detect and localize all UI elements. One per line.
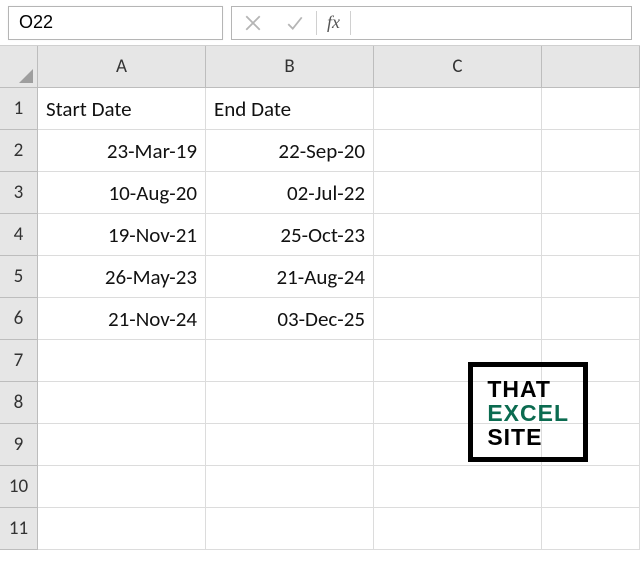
- name-box-container: [8, 6, 223, 40]
- cell-B7[interactable]: [206, 340, 374, 382]
- cell-C10[interactable]: [374, 466, 542, 508]
- cell-D11[interactable]: [542, 508, 640, 550]
- name-box-input[interactable]: [9, 7, 261, 39]
- cell-B3[interactable]: 02-Jul-22: [206, 172, 374, 214]
- watermark-line3: SITE: [487, 425, 569, 449]
- cell-D5[interactable]: [542, 256, 640, 298]
- formula-bar: fx: [0, 0, 640, 46]
- cell-C6[interactable]: [374, 298, 542, 340]
- cell-A8[interactable]: [38, 382, 206, 424]
- row-header-8[interactable]: 8: [0, 382, 38, 424]
- check-icon: [286, 14, 304, 32]
- formula-bar-controls: fx: [231, 6, 632, 40]
- row-header-6[interactable]: 6: [0, 298, 38, 340]
- cell-B4[interactable]: 25-Oct-23: [206, 214, 374, 256]
- spreadsheet-grid: A B C 1 Start Date End Date 2 23-Mar-19 …: [0, 46, 640, 550]
- cell-A11[interactable]: [38, 508, 206, 550]
- cell-A2[interactable]: 23-Mar-19: [38, 130, 206, 172]
- cell-A7[interactable]: [38, 340, 206, 382]
- cell-D10[interactable]: [542, 466, 640, 508]
- enter-formula-button[interactable]: [274, 7, 316, 39]
- cell-C3[interactable]: [374, 172, 542, 214]
- cell-A9[interactable]: [38, 424, 206, 466]
- cell-D4[interactable]: [542, 214, 640, 256]
- row-header-5[interactable]: 5: [0, 256, 38, 298]
- watermark-line1: THAT: [487, 377, 569, 401]
- fx-label[interactable]: fx: [317, 12, 350, 33]
- cell-A1[interactable]: Start Date: [38, 88, 206, 130]
- watermark-line2: EXCEL: [487, 401, 569, 425]
- cell-B8[interactable]: [206, 382, 374, 424]
- cell-C2[interactable]: [374, 130, 542, 172]
- select-all-corner[interactable]: [0, 46, 38, 88]
- cell-B6[interactable]: 03-Dec-25: [206, 298, 374, 340]
- cell-A5[interactable]: 26-May-23: [38, 256, 206, 298]
- row-header-9[interactable]: 9: [0, 424, 38, 466]
- cell-B10[interactable]: [206, 466, 374, 508]
- cell-D6[interactable]: [542, 298, 640, 340]
- column-header-A[interactable]: A: [38, 46, 206, 88]
- cell-B1[interactable]: End Date: [206, 88, 374, 130]
- column-header-B[interactable]: B: [206, 46, 374, 88]
- cell-C1[interactable]: [374, 88, 542, 130]
- cell-D1[interactable]: [542, 88, 640, 130]
- cell-A6[interactable]: 21-Nov-24: [38, 298, 206, 340]
- cell-A10[interactable]: [38, 466, 206, 508]
- watermark-logo: THAT EXCEL SITE: [468, 362, 588, 462]
- cell-C4[interactable]: [374, 214, 542, 256]
- cell-A3[interactable]: 10-Aug-20: [38, 172, 206, 214]
- formula-input[interactable]: [351, 7, 631, 39]
- row-header-4[interactable]: 4: [0, 214, 38, 256]
- cell-A4[interactable]: 19-Nov-21: [38, 214, 206, 256]
- cell-C5[interactable]: [374, 256, 542, 298]
- row-header-10[interactable]: 10: [0, 466, 38, 508]
- row-header-11[interactable]: 11: [0, 508, 38, 550]
- row-header-3[interactable]: 3: [0, 172, 38, 214]
- column-header-blank[interactable]: [542, 46, 640, 88]
- cell-B2[interactable]: 22-Sep-20: [206, 130, 374, 172]
- cell-D3[interactable]: [542, 172, 640, 214]
- cell-B5[interactable]: 21-Aug-24: [206, 256, 374, 298]
- cell-B9[interactable]: [206, 424, 374, 466]
- cell-D2[interactable]: [542, 130, 640, 172]
- row-header-7[interactable]: 7: [0, 340, 38, 382]
- cell-C11[interactable]: [374, 508, 542, 550]
- cell-B11[interactable]: [206, 508, 374, 550]
- row-header-2[interactable]: 2: [0, 130, 38, 172]
- row-header-1[interactable]: 1: [0, 88, 38, 130]
- column-header-C[interactable]: C: [374, 46, 542, 88]
